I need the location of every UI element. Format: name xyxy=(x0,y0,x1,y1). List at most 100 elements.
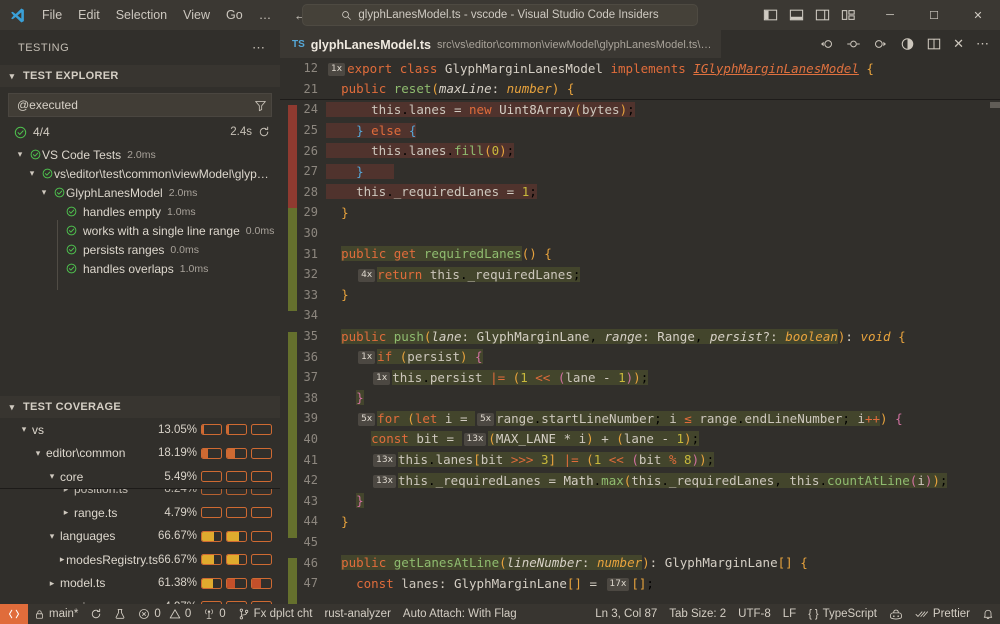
coverage-next-icon[interactable] xyxy=(873,37,888,51)
menu-file[interactable]: File xyxy=(34,4,70,26)
code-line[interactable]: 25 } else { xyxy=(280,120,1000,141)
coverage-row[interactable]: ▾ core 5.49% xyxy=(0,465,280,489)
code-line[interactable]: 36 1xif (persist) { xyxy=(280,346,1000,367)
coverage-row[interactable]: ▸ model.ts 61.38% xyxy=(0,572,280,596)
status-cursor-position[interactable]: Ln 3, Col 87 xyxy=(589,604,663,624)
command-center[interactable]: glyphLanesModel.ts - vscode - Visual Stu… xyxy=(302,4,698,26)
editor-scrollbar[interactable] xyxy=(990,102,1000,108)
code-line[interactable]: 26 this.lanes.fill(0); xyxy=(280,140,1000,161)
status-ports[interactable]: 0 xyxy=(197,604,231,624)
sticky-line[interactable]: 12 1xexport class GlyphMarginLanesModel … xyxy=(280,58,1000,79)
code-line[interactable]: 34 xyxy=(280,305,1000,326)
code-line[interactable]: 46 public getLanesAtLine(lineNumber: num… xyxy=(280,552,1000,573)
code-line[interactable]: 32 4xreturn this._requiredLanes; xyxy=(280,264,1000,285)
test-tree-row[interactable]: handles empty 1.0ms xyxy=(0,202,280,221)
chevron-down-icon[interactable]: ▾ xyxy=(36,187,52,198)
status-language-mode[interactable]: { } TypeScript xyxy=(802,604,883,624)
remote-window-indicator[interactable] xyxy=(0,604,28,624)
status-sync[interactable] xyxy=(84,604,108,624)
chevron-down-icon[interactable]: ▾ xyxy=(16,424,32,435)
chevron-down-icon[interactable]: ▾ xyxy=(24,168,40,179)
code-line[interactable]: 27 } xyxy=(280,161,1000,182)
test-tree-row[interactable]: ▾ vs\editor\test\common\viewModel\glyphL… xyxy=(0,164,280,183)
coverage-prev-icon[interactable] xyxy=(819,37,834,51)
ellipsis-icon[interactable]: ⋯ xyxy=(252,40,272,56)
coverage-row[interactable]: ▸ modesRegistry.ts 66.67% xyxy=(0,548,280,572)
status-test[interactable] xyxy=(108,604,132,624)
status-encoding[interactable]: UTF-8 xyxy=(732,604,777,624)
status-problems[interactable]: 0 0 xyxy=(132,604,197,624)
toggle-primary-sidebar-icon[interactable] xyxy=(763,8,778,22)
status-rust-analyzer[interactable]: rust-analyzer xyxy=(318,604,396,624)
refresh-icon[interactable] xyxy=(258,126,270,138)
menu-more[interactable]: … xyxy=(251,4,280,26)
status-notifications[interactable] xyxy=(976,604,1000,624)
menu-go[interactable]: Go xyxy=(218,4,251,26)
coverage-row[interactable]: ▸ range.ts 4.79% xyxy=(0,501,280,525)
code-line[interactable]: 40 const bit = 13x(MAX_LANE * i) + (lane… xyxy=(280,429,1000,450)
code-editor[interactable]: 12 1xexport class GlyphMarginLanesModel … xyxy=(280,58,1000,604)
chevron-down-icon[interactable]: ▾ xyxy=(44,531,60,542)
sticky-line[interactable]: 21 public reset(maxLine: number) { xyxy=(280,79,1000,100)
test-tree-row[interactable]: handles overlaps 1.0ms xyxy=(0,259,280,278)
customize-layout-icon[interactable] xyxy=(841,8,856,22)
coverage-row[interactable]: ▾ languages 66.67% xyxy=(0,525,280,549)
editor-tab-glyphlanesmodel[interactable]: TS glyphLanesModel.ts src\vs\editor\comm… xyxy=(280,30,721,58)
more-actions-icon[interactable]: ⋯ xyxy=(976,36,990,52)
code-line[interactable]: 24 this.lanes = new Uint8Array(bytes); xyxy=(280,99,1000,120)
status-auto-attach[interactable]: Auto Attach: With Flag xyxy=(397,604,523,624)
code-line[interactable]: 45 xyxy=(280,532,1000,553)
code-line[interactable]: 47 const lanes: GlyphMarginLane[] = 17x[… xyxy=(280,573,1000,594)
funnel-icon[interactable] xyxy=(254,99,267,112)
code-line[interactable]: 39 5xfor (let i = 5xrange.startLineNumbe… xyxy=(280,408,1000,429)
code-line[interactable]: 28 this._requiredLanes = 1; xyxy=(280,182,1000,203)
code-line[interactable]: 43 } xyxy=(280,490,1000,511)
status-fx-dplct[interactable]: Fx dplct cht xyxy=(232,604,319,624)
coverage-row[interactable]: ▾ services 4.97% xyxy=(0,595,280,604)
status-tab-size[interactable]: Tab Size: 2 xyxy=(663,604,732,624)
menu-selection[interactable]: Selection xyxy=(108,4,175,26)
chevron-down-icon[interactable]: ▾ xyxy=(44,601,60,604)
status-copilot[interactable] xyxy=(883,604,909,624)
menu-view[interactable]: View xyxy=(175,4,218,26)
test-explorer-header[interactable]: ▾ TEST EXPLORER xyxy=(0,65,280,87)
menu-edit[interactable]: Edit xyxy=(70,4,108,26)
status-branch[interactable]: main* xyxy=(28,604,84,624)
close-icon[interactable]: ✕ xyxy=(953,36,964,52)
minimize-button[interactable]: ─ xyxy=(868,0,912,30)
test-tree-row[interactable]: ▾ VS Code Tests 2.0ms xyxy=(0,145,280,164)
coverage-toggle-icon[interactable] xyxy=(900,37,915,51)
close-button[interactable]: ✕ xyxy=(956,0,1000,30)
code-line[interactable]: 42 13xthis._requiredLanes = Math.max(thi… xyxy=(280,470,1000,491)
code-line[interactable]: 41 13xthis.lanes[bit >>> 3] |= (1 << (bi… xyxy=(280,449,1000,470)
test-tree-row[interactable]: works with a single line range 0.0ms xyxy=(0,221,280,240)
code-line[interactable]: 29 } xyxy=(280,202,1000,223)
coverage-row[interactable]: ▾ vs 13.05% xyxy=(0,418,280,442)
toggle-secondary-sidebar-icon[interactable] xyxy=(815,8,830,22)
vscode-logo-icon[interactable] xyxy=(0,7,34,24)
chevron-right-icon[interactable]: ▸ xyxy=(58,507,74,518)
maximize-button[interactable]: ☐ xyxy=(912,0,956,30)
chevron-right-icon[interactable]: ▸ xyxy=(44,578,60,589)
code-line[interactable]: 31 public get requiredLanes() { xyxy=(280,243,1000,264)
code-line[interactable]: 30 xyxy=(280,223,1000,244)
chevron-right-icon[interactable]: ▸ xyxy=(58,554,66,565)
code-line[interactable]: 37 1xthis.persist |= (1 << (lane - 1)); xyxy=(280,367,1000,388)
test-tree-row[interactable]: persists ranges 0.0ms xyxy=(0,240,280,259)
code-line[interactable]: 38 } xyxy=(280,388,1000,409)
test-tree-row[interactable]: ▾ GlyphLanesModel 2.0ms xyxy=(0,183,280,202)
chevron-down-icon[interactable]: ▾ xyxy=(30,448,46,459)
test-filter-input[interactable]: @executed xyxy=(8,93,272,117)
test-coverage-header[interactable]: ▾ TEST COVERAGE xyxy=(0,396,280,418)
chevron-down-icon[interactable]: ▾ xyxy=(44,471,60,482)
code-line[interactable]: 33 } xyxy=(280,285,1000,306)
coverage-current-icon[interactable] xyxy=(846,37,861,51)
status-prettier[interactable]: Prettier xyxy=(909,604,976,624)
coverage-row[interactable]: ▾ editor\common 18.19% xyxy=(0,442,280,466)
code-line[interactable]: 35 public push(lane: GlyphMarginLane, ra… xyxy=(280,326,1000,347)
split-editor-icon[interactable] xyxy=(927,37,941,51)
status-eol[interactable]: LF xyxy=(777,604,802,624)
chevron-down-icon[interactable]: ▾ xyxy=(12,149,28,160)
toggle-panel-icon[interactable] xyxy=(789,8,804,22)
code-line[interactable]: 44 } xyxy=(280,511,1000,532)
